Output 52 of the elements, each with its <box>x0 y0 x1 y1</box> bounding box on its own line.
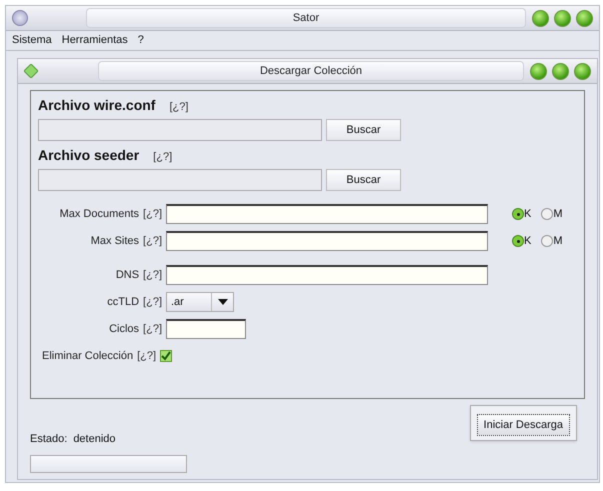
help-link[interactable]: [¿?] <box>137 348 156 364</box>
input-field[interactable] <box>166 204 488 224</box>
file-path-field[interactable] <box>38 169 322 191</box>
browse-button[interactable]: Buscar <box>326 119 401 141</box>
file-path-field[interactable] <box>38 119 322 141</box>
input-field[interactable] <box>166 265 488 285</box>
help-link[interactable]: [¿?] <box>143 320 162 338</box>
field-label: Max Documents <box>60 206 140 222</box>
start-download-button[interactable]: Iniciar Descarga <box>476 414 570 436</box>
help-link[interactable]: [¿?] <box>143 294 162 310</box>
status-value: detenido <box>73 432 116 447</box>
section-title: Archivo seeder <box>38 146 140 165</box>
field-label: Max Sites <box>90 234 140 249</box>
dropdown[interactable]: .ar <box>166 292 234 312</box>
help-link[interactable]: [¿?] <box>143 266 162 284</box>
field-label: Ciclos <box>109 322 140 337</box>
radio-button[interactable] <box>512 208 524 220</box>
diamond-icon <box>24 64 38 78</box>
window-button[interactable] <box>554 10 571 26</box>
window-title: Sator <box>86 8 526 28</box>
menu-item[interactable]: Herramientas <box>62 32 128 49</box>
window-button[interactable] <box>576 10 593 26</box>
caret-icon <box>218 299 228 305</box>
window-button[interactable] <box>552 62 569 80</box>
status-label: Estado: <box>30 432 68 447</box>
checkbox[interactable] <box>160 350 172 362</box>
window-button[interactable] <box>532 10 549 26</box>
radio-button[interactable] <box>541 208 554 220</box>
window-button[interactable] <box>574 62 591 80</box>
field-label: Eliminar Colección <box>42 348 134 364</box>
menu-item[interactable]: Sistema <box>12 32 52 49</box>
help-link[interactable]: [¿?] <box>143 232 162 250</box>
radio-label: K <box>524 206 532 222</box>
window-button[interactable] <box>530 62 547 80</box>
field-label: ccTLD <box>107 294 140 310</box>
input-field[interactable] <box>166 231 488 251</box>
browse-button[interactable]: Buscar <box>326 169 401 191</box>
radio-button[interactable] <box>512 235 524 247</box>
help-link[interactable]: [¿?] <box>143 206 162 222</box>
check-icon <box>161 351 172 361</box>
help-link[interactable]: [¿?] <box>169 99 188 116</box>
radio-label: M <box>553 234 563 249</box>
help-link[interactable]: [¿?] <box>153 149 172 166</box>
app-logo-icon <box>12 10 28 26</box>
field-label: DNS <box>116 268 140 283</box>
input-field[interactable] <box>166 319 246 339</box>
radio-label: M <box>553 206 563 222</box>
menu-item[interactable]: ? <box>138 32 144 49</box>
window-title: Descargar Colección <box>98 61 524 81</box>
radio-button[interactable] <box>541 235 554 247</box>
section-title: Archivo wire.conf <box>38 96 156 115</box>
radio-label: K <box>524 234 532 249</box>
